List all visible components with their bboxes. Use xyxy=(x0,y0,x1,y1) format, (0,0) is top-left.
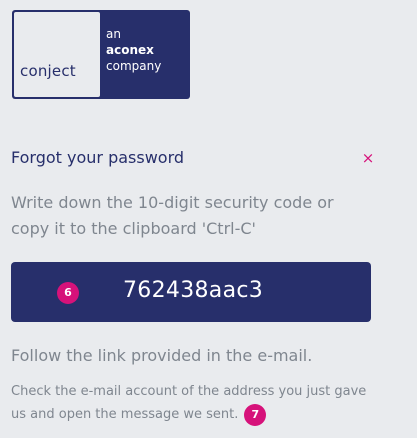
follow-link-text: Follow the link provided in the e-mail. xyxy=(11,346,313,365)
forgot-password-page: conject an aconex company Forgot your pa… xyxy=(0,0,417,438)
page-title: Forgot your password xyxy=(11,148,185,167)
security-code-value[interactable]: 762438aac3 xyxy=(123,278,263,303)
step-badge-6: 6 xyxy=(57,282,79,304)
step-badge-7: 7 xyxy=(244,403,267,426)
instruction-text: Write down the 10-digit security code or… xyxy=(11,193,334,238)
check-email-text: Check the e-mail account of the address … xyxy=(11,380,381,426)
logo-left-panel: conject xyxy=(14,12,100,97)
logo-company-text: company xyxy=(106,59,162,73)
close-icon[interactable]: × xyxy=(360,149,376,167)
security-code-box[interactable]: 6 762438aac3 xyxy=(11,262,371,322)
logo-aconex-text: aconex xyxy=(106,43,154,57)
logo-right-text: an aconex company xyxy=(106,26,161,74)
logo-an-text: an xyxy=(106,27,121,41)
conject-aconex-logo: conject an aconex company xyxy=(12,10,190,99)
logo-conject-text: conject xyxy=(20,62,76,80)
check-email-message: Check the e-mail account of the address … xyxy=(11,384,367,422)
